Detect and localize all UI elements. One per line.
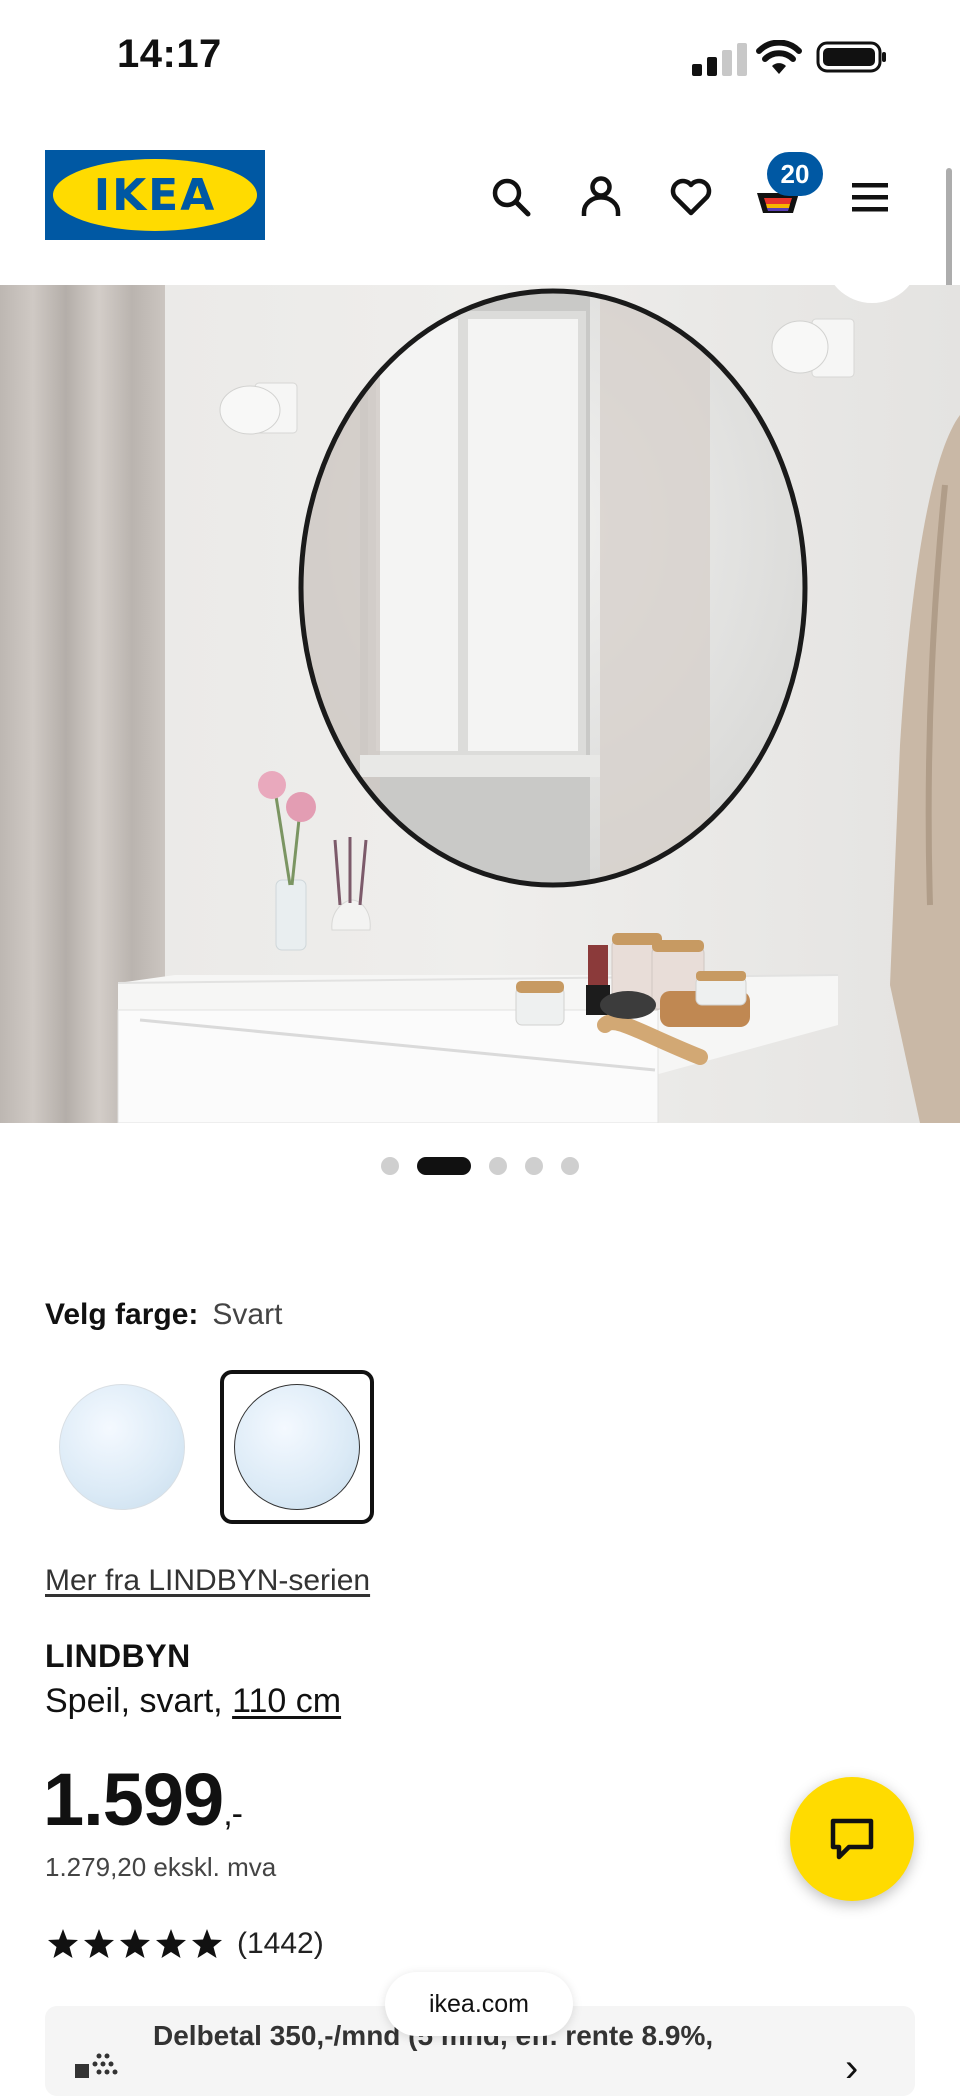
star-icon — [156, 1929, 186, 1958]
wifi-icon — [756, 40, 802, 74]
status-time: 14:17 — [117, 32, 222, 76]
chevron-right-icon: › — [845, 2046, 859, 2090]
review-count: (1442) — [237, 1927, 324, 1960]
color-value: Svart — [212, 1298, 283, 1331]
price-ex-vat: 1.279,20 ekskl. mva — [45, 1852, 277, 1882]
color-label: Velg farge: — [45, 1298, 199, 1331]
star-icon — [48, 1929, 78, 1958]
price-main: 1.599 — [43, 1758, 224, 1841]
cellular-signal-icon — [692, 43, 747, 76]
chat-icon — [830, 1818, 874, 1860]
carousel-dot[interactable] — [525, 1157, 543, 1175]
carousel-dot[interactable] — [561, 1157, 579, 1175]
logo-text: IKEA — [93, 169, 217, 221]
battery-icon — [816, 41, 886, 73]
product-name: LINDBYN — [45, 1638, 191, 1674]
rating[interactable]: (1442) — [45, 1926, 324, 1962]
carousel-dot[interactable] — [381, 1157, 399, 1175]
account-icon[interactable] — [574, 170, 628, 224]
carousel-dot[interactable] — [489, 1157, 507, 1175]
status-bar: 14:17 — [0, 0, 960, 115]
chat-button[interactable] — [790, 1777, 914, 1901]
search-icon[interactable] — [484, 170, 538, 224]
ikea-logo[interactable]: IKEA — [45, 150, 265, 240]
star-icon — [120, 1929, 150, 1958]
color-swatch-selected[interactable] — [220, 1370, 374, 1524]
carousel-dots — [0, 1157, 960, 1181]
star-icon — [84, 1929, 114, 1958]
heart-icon[interactable] — [664, 170, 718, 224]
cart-count-badge: 20 — [767, 152, 823, 196]
color-swatch-option[interactable] — [45, 1370, 199, 1524]
browser-url-pill[interactable]: ikea.com — [385, 1972, 573, 2036]
star-icon — [192, 1929, 222, 1958]
menu-icon[interactable] — [843, 170, 897, 224]
product-price: 1.599,- — [43, 1757, 243, 1842]
product-description: Speil, svart, 110 cm — [45, 1682, 341, 1721]
color-selector-label: Velg farge: Svart — [45, 1298, 282, 1332]
installment-icon — [75, 2053, 118, 2078]
size-link[interactable]: 110 cm — [232, 1682, 341, 1720]
site-header: IKEA 20 — [0, 115, 960, 285]
carousel-dot-active[interactable] — [417, 1157, 471, 1175]
product-photo-illustration — [0, 285, 960, 1123]
series-link[interactable]: Mer fra LINDBYN-serien — [45, 1564, 370, 1598]
product-desc-text: Speil, svart, — [45, 1682, 233, 1720]
product-image[interactable] — [0, 285, 960, 1123]
price-suffix: ,- — [223, 1795, 243, 1833]
